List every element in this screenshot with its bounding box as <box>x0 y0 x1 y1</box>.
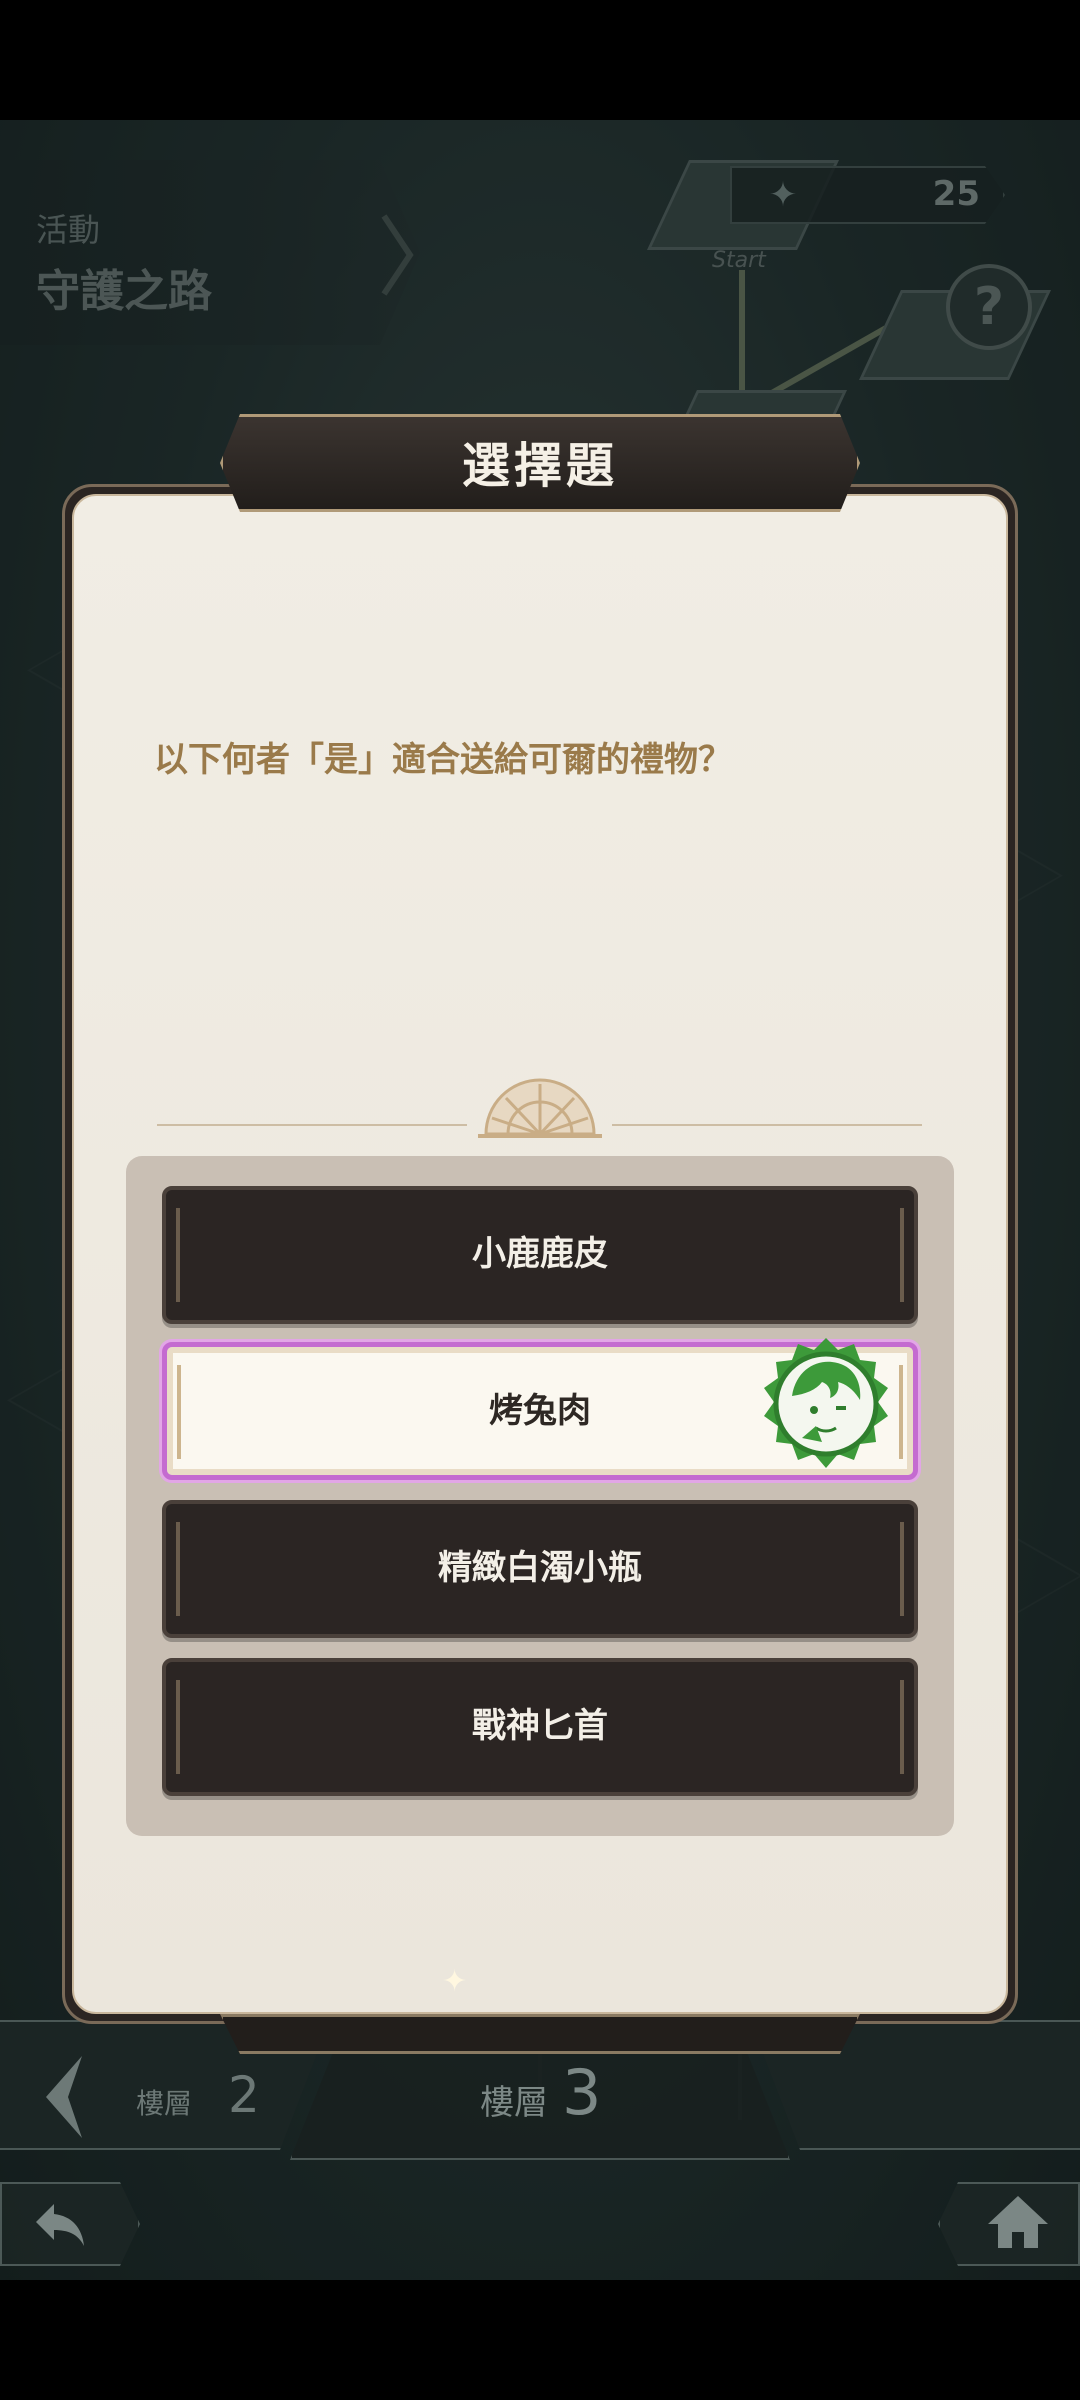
prev-floor-label: 樓層 <box>136 2087 193 2120</box>
answer-option[interactable]: 精緻白濁小瓶 <box>162 1500 918 1638</box>
answer-option[interactable]: 小鹿鹿皮 <box>162 1186 918 1324</box>
answer-option[interactable]: 戰神匕首 <box>162 1658 918 1796</box>
game-screen: Start 活動 守護之路 ✦ 25 ? 樓層 2 樓層 3 選擇題 以下何者「… <box>0 120 1080 2280</box>
back-arrow-icon <box>36 2204 84 2246</box>
fan-ornament-icon <box>478 1078 602 1138</box>
divider <box>612 1124 922 1126</box>
character-avatar-icon <box>764 1338 888 1468</box>
quiz-dialog: 選擇題 以下何者「是」適合送給可爾的禮物？ 小鹿鹿皮 烤兔肉 精緻白濁小瓶 戰神… <box>62 414 1018 2054</box>
dialog-footer-plate <box>220 2014 860 2054</box>
home-icon <box>988 2196 1048 2248</box>
chevron-left-icon[interactable] <box>38 2052 88 2142</box>
sparkle-icon: ✦ <box>442 1964 468 1999</box>
system-nav-bar <box>0 2280 1080 2400</box>
prev-floor-number: 2 <box>228 2066 260 2124</box>
dialog-title: 選擇題 <box>461 438 618 494</box>
current-floor-label: 樓層 <box>480 2083 548 2123</box>
question-text: 以下何者「是」適合送給可爾的禮物？ <box>154 740 732 780</box>
current-floor-number: 3 <box>562 2056 602 2129</box>
floor-navigation: 樓層 2 樓層 3 <box>0 2010 1080 2260</box>
divider <box>157 1124 467 1126</box>
